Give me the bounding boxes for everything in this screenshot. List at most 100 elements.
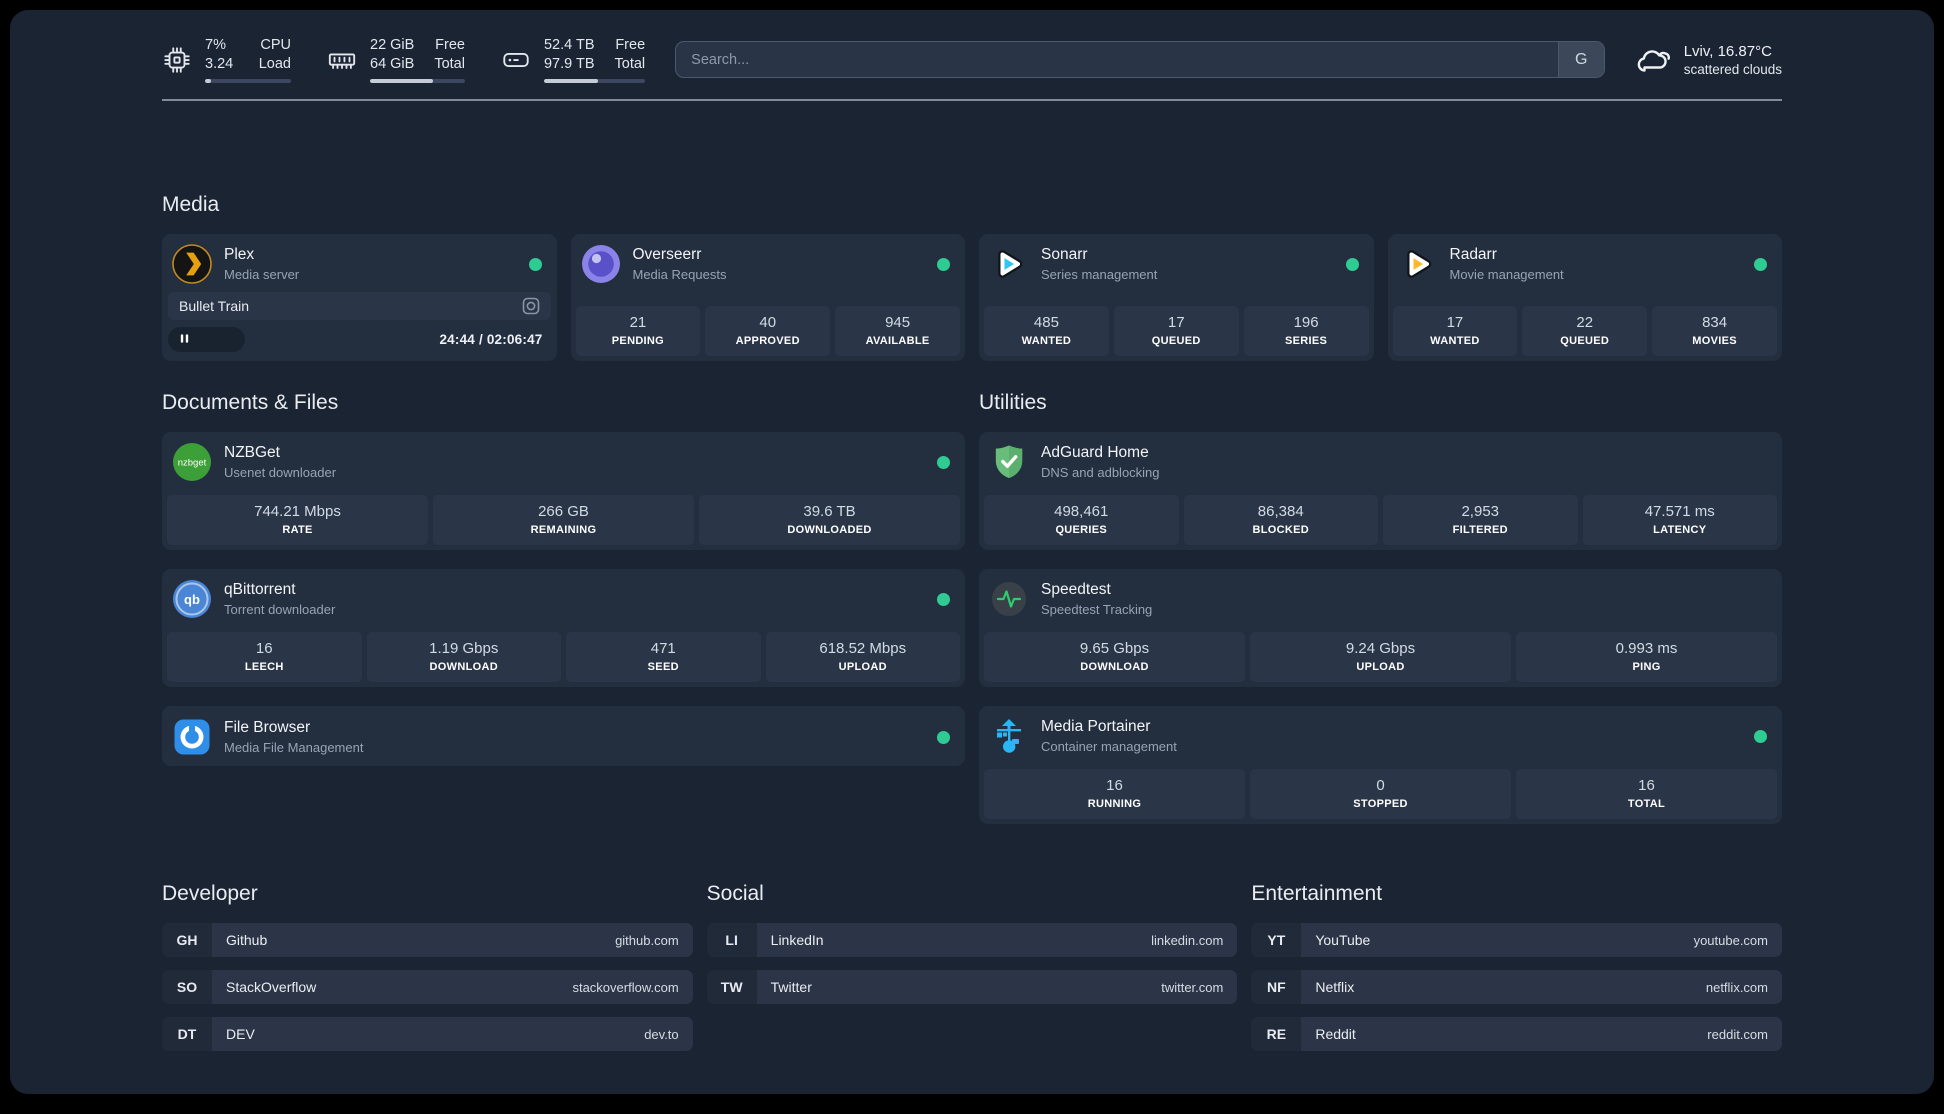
- service-card-media-portainer[interactable]: Media Portainer Container management 16 RUN…: [979, 706, 1782, 825]
- stat-label: FILTERED: [1452, 524, 1508, 537]
- stat-value: 9.65 Gbps: [1079, 640, 1150, 658]
- stat-tile-pending: 21 PENDING: [575, 306, 701, 357]
- bookmark-main: LinkedIn linkedin.com: [756, 923, 1238, 958]
- stat-label: SERIES: [1285, 335, 1328, 348]
- now-playing-progress[interactable]: 24:44 / 02:06:47: [168, 327, 551, 353]
- bookmark-stackoverflow[interactable]: SO StackOverflow stackoverflow.com: [162, 970, 693, 1005]
- weather-location-temp: Lviv, 16.87°C: [1683, 42, 1772, 60]
- service-card-qbittorrent[interactable]: qb qBittorrent Torrent downloader 16 LEECH 1.…: [162, 569, 965, 688]
- service-description: Movie management: [1449, 267, 1564, 283]
- stat-tile-upload: 618.52 Mbps UPLOAD: [765, 632, 960, 683]
- stat-value: 266 GB: [538, 503, 589, 521]
- bookmark-abbr: DT: [162, 1017, 212, 1052]
- now-playing-progress-fill: [168, 327, 245, 353]
- bookmark-label: StackOverflow: [226, 979, 317, 996]
- bookmark-rows: LI LinkedIn linkedin.com TW Twitter twitter.c…: [706, 923, 1238, 1005]
- pause-icon[interactable]: [179, 331, 190, 349]
- stat-value: 485: [1033, 314, 1059, 332]
- bookmark-reddit[interactable]: RE Reddit reddit.com: [1251, 1017, 1782, 1052]
- resource-stat-body: 52.4 TB 97.9 TB Free Total: [543, 36, 646, 84]
- search-box: G: [675, 41, 1605, 79]
- service-text: AdGuard Home DNS and adblocking: [1041, 444, 1160, 480]
- search-area: G: [675, 41, 1605, 79]
- stat-label: DOWNLOAD: [429, 661, 498, 674]
- stat-label: BLOCKED: [1252, 524, 1309, 537]
- stat-label: WANTED: [1021, 335, 1072, 348]
- service-name: File Browser: [224, 719, 311, 737]
- svg-text:qb: qb: [184, 592, 200, 607]
- service-text: File Browser Media File Management: [224, 719, 363, 755]
- resource-stat-body: 22 GiB 64 GiB Free Total: [370, 36, 465, 84]
- stat-value: 86,384: [1257, 503, 1304, 521]
- stat-value: 47.571 ms: [1644, 503, 1715, 521]
- stat-tile-wanted: 17 WANTED: [1392, 306, 1518, 357]
- bookmark-netflix[interactable]: NF Netflix netflix.com: [1251, 970, 1782, 1005]
- section-title-utilities: Utilities: [979, 391, 1047, 415]
- section-documents: Documents & Files nzbget NZBGet Usenet dow…: [162, 391, 965, 767]
- portainer-icon: [989, 716, 1029, 756]
- resource-stat-body: 7% 3.24 CPU Load: [205, 36, 291, 84]
- cpu-icon: [162, 45, 192, 75]
- stat-label: PENDING: [611, 335, 665, 348]
- stat-label: LATENCY: [1653, 524, 1707, 537]
- stat-tile-latency: 47.571 ms LATENCY: [1582, 495, 1777, 546]
- service-card-head: nzbget NZBGet Usenet downloader: [162, 432, 965, 490]
- bookmark-twitter[interactable]: TW Twitter twitter.com: [706, 970, 1238, 1005]
- resource-stat-disk: 52.4 TB 97.9 TB Free Total: [501, 36, 646, 84]
- bookmark-github[interactable]: GH Github github.com: [162, 923, 693, 958]
- status-dot-online: [937, 257, 950, 271]
- service-text: qBittorrent Torrent downloader: [224, 581, 335, 617]
- stat-value: 9.24 Gbps: [1345, 640, 1416, 658]
- bookmark-rows: GH Github github.com SO StackOverflow stackov…: [162, 923, 693, 1052]
- service-name: Radarr: [1449, 246, 1497, 264]
- resource-values: 22 GiB 64 GiB: [370, 36, 414, 74]
- stat-label: APPROVED: [735, 335, 800, 348]
- bookmark-label: Reddit: [1315, 1026, 1356, 1043]
- stat-label: QUEUED: [1151, 335, 1201, 348]
- status-dot-online: [937, 730, 950, 744]
- stat-tile-series: 196 SERIES: [1243, 306, 1369, 357]
- bookmark-dev[interactable]: DT DEV dev.to: [162, 1017, 693, 1052]
- stat-value: 2,953: [1461, 503, 1500, 521]
- service-description: DNS and adblocking: [1041, 465, 1160, 481]
- plex-icon: [172, 244, 212, 284]
- bookmark-url: netflix.com: [1705, 979, 1768, 995]
- bookmark-group-entertainment: Entertainment YT YouTube youtube.com NF Netfl…: [1251, 882, 1782, 1052]
- service-card-sonarr[interactable]: Sonarr Series management 485 WANTED 17 QUEUED…: [979, 234, 1374, 362]
- service-card-head: File Browser Media File Management: [162, 707, 965, 765]
- resource-progress-bar: [205, 78, 291, 84]
- service-card-head: Plex Media server: [162, 234, 557, 292]
- resource-labels: Free Total: [434, 36, 465, 74]
- bookmark-main: DEV dev.to: [212, 1017, 693, 1052]
- service-card-file-browser[interactable]: File Browser Media File Management: [162, 706, 965, 767]
- service-card-overseerr[interactable]: Overseerr Media Requests 21 PENDING 40 APPROV…: [570, 234, 965, 362]
- stat-value: 1.19 Gbps: [429, 640, 499, 658]
- resource-stat-values: 22 GiB 64 GiB Free Total: [370, 36, 465, 74]
- stat-label: STOPPED: [1353, 798, 1408, 811]
- service-card-radarr[interactable]: Radarr Movie management 17 WANTED 22 QUEUED 83…: [1387, 234, 1782, 362]
- resource-value-bottom: 64 GiB: [370, 55, 415, 72]
- bookmark-label: YouTube: [1315, 932, 1371, 949]
- bookmark-youtube[interactable]: YT YouTube youtube.com: [1251, 923, 1782, 958]
- bookmark-main: Netflix netflix.com: [1301, 970, 1782, 1005]
- resource-labels: Free Total: [615, 36, 646, 74]
- service-card-speedtest[interactable]: Speedtest Speedtest Tracking 9.65 Gbps DOWN…: [979, 569, 1782, 688]
- resource-label-top: Free: [615, 37, 646, 53]
- stat-value: 17: [1446, 314, 1464, 332]
- service-card-adguard-home[interactable]: AdGuard Home DNS and adblocking 498,461 QUE…: [979, 432, 1782, 551]
- search-provider-button[interactable]: G: [1557, 42, 1604, 78]
- stat-label: UPLOAD: [1356, 661, 1405, 674]
- header-divider: [162, 99, 1782, 102]
- stat-label: DOWNLOADED: [787, 524, 872, 537]
- search-input[interactable]: [676, 42, 1558, 78]
- resource-stat-values: 52.4 TB 97.9 TB Free Total: [544, 36, 645, 74]
- bookmark-groups: Developer GH Github github.com SO StackOverfl…: [162, 882, 1782, 1052]
- service-card-nzbget[interactable]: nzbget NZBGet Usenet downloader 744.21 Mbps…: [162, 432, 965, 551]
- bookmark-linkedin[interactable]: LI LinkedIn linkedin.com: [706, 923, 1238, 958]
- stat-label: QUEUED: [1560, 335, 1610, 348]
- resource-label-bottom: Load: [258, 55, 291, 72]
- radarr-icon: [1398, 244, 1438, 284]
- video-icon: [522, 297, 540, 315]
- service-card-plex[interactable]: Plex Media server Bullet Train 24:44 / 02:0…: [162, 234, 557, 362]
- stat-value: 22: [1576, 314, 1594, 332]
